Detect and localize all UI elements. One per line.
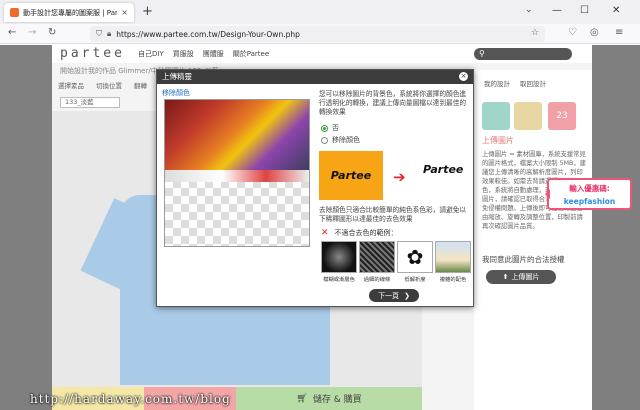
browser-tab[interactable]: 動手設計您專屬的圖案服 | Partee × [4,3,134,22]
remove-color-tips: 去除顏色只適合比較簡單的純色系色彩，請避免以下稀釋圖形以達最佳的去色效果 [319,206,467,223]
option-remove-color[interactable]: 移除顏色 [321,135,360,145]
option-remove-color-label: 移除顏色 [332,136,360,144]
image-preview[interactable] [164,99,310,247]
maximize-button[interactable]: ☐ [580,5,589,16]
next-page-button[interactable]: 下一頁 ❯ [369,289,419,302]
toolbar-switch-position[interactable]: 切換位置 [96,80,122,90]
next-page-label: 下一頁 [378,291,400,300]
design-filename-select[interactable]: 133_淡藍 [60,97,120,108]
example-gradient-image [321,241,357,273]
tab-close-icon[interactable]: × [121,8,128,17]
option-no-label: 否 [332,124,339,132]
bookmark-star-icon[interactable]: ☆ [531,28,539,38]
menu-item-about[interactable]: 關於Partee [233,49,269,59]
license-agreement-link[interactable]: 我同意此圖片的合法授權 [482,254,565,265]
promo-line-1: 輸入優惠碼: [569,184,610,193]
dialog-close-icon[interactable]: × [459,72,468,81]
remove-color-description: 您可以移除圖片的背景色，系統將你選擇的顏色進行透明化的轉換，建議上傳向量圖檔以達… [319,90,467,116]
radio-selected-icon[interactable] [321,124,328,132]
site-logo[interactable]: partee [60,46,125,61]
search-icon: ⚲ [479,49,485,58]
account-icon[interactable]: ◎ [590,27,599,38]
bad-examples-row: ✕ 不適合去色的範例： [321,228,398,238]
cart-icon: 🛒︎ [296,393,308,404]
right-panel-tabs: 我的設計 取回設計 [474,70,592,88]
demo-after-image: Partee [423,163,464,176]
shield-icon[interactable]: ⛉ [96,29,102,39]
promo-line-2: keepfashion [563,197,616,206]
promo-code-badge[interactable]: 輸入優惠碼: keepfashion [545,178,632,210]
example-caption: 模糊或漸層色 [323,277,355,283]
browser-nav-bar: ← → ↻ ⛉ 🔒︎ https://www.partee.com.tw/Des… [0,24,640,44]
upload-image-button-label: 上傳圖片 [511,273,540,281]
pocket-icon[interactable]: ♡ [568,27,577,38]
example-caption: 過細的線條 [363,277,391,283]
site-favicon-icon [10,8,19,17]
menu-icon[interactable]: ≡ [615,27,623,38]
blog-watermark: http://hardaway.com.tw/blog [30,392,231,406]
bad-examples-label: 不適合去色的範例： [334,229,398,237]
example-complex-colors-image [435,241,471,273]
menu-item-group[interactable]: 團體服 [203,49,224,59]
example-caption: 複雜的配色 [439,277,467,283]
site-header: partee 自己DIY 買服設 團體服 關於Partee ⚲ [52,45,592,63]
save-and-buy-button[interactable]: 🛒︎ 儲存 & 購買 [236,387,422,410]
example-low-res-image: ✿ [397,241,433,273]
chevron-right-icon: ❯ [404,291,410,300]
radio-unselected-icon[interactable] [321,136,328,144]
site-search-box[interactable]: ⚲ [474,48,572,60]
example-caption: 低解析度 [404,277,426,283]
option-no[interactable]: 否 [321,123,339,133]
clipart-thumbnail[interactable] [482,102,510,130]
clipart-thumbnail[interactable] [514,102,542,130]
menu-item-buy[interactable]: 買服設 [173,49,194,59]
back-icon[interactable]: ← [8,27,16,38]
dialog-title: 上傳精靈 [162,72,192,81]
arrow-right-icon: ➔ [393,168,406,186]
save-and-buy-label: 儲存 & 購買 [312,395,362,405]
lock-icon[interactable]: 🔒︎ [107,29,111,39]
url-text[interactable]: https://www.partee.com.tw/Design-Your-Ow… [116,30,300,39]
window-close-button[interactable]: ✕ [612,5,620,16]
toolbar-select-product[interactable]: 選擇素品 [58,80,84,90]
address-bar[interactable]: ⛉ 🔒︎ https://www.partee.com.tw/Design-Yo… [90,26,545,42]
upload-image-button[interactable]: ⬆ 上傳圖片 [486,270,556,284]
menu-item-diy[interactable]: 自己DIY [138,49,164,59]
jersey-thumbnail[interactable]: 23 [548,102,576,130]
tab-title: 動手設計您專屬的圖案服 | Partee [23,8,118,17]
reload-icon[interactable]: ↻ [48,27,56,38]
tab-my-designs[interactable]: 我的設計 [484,78,510,88]
new-tab-button[interactable]: + [142,4,153,19]
tab-list-icon[interactable]: ⌄ [525,5,533,15]
upload-icon: ⬆ [502,273,509,281]
forward-icon[interactable]: → [28,27,36,38]
tab-retrieve-design[interactable]: 取回設計 [520,78,546,88]
toolbar-flip[interactable]: 翻轉 [134,80,147,90]
upload-image-heading: 上傳圖片 [482,136,514,145]
uploaded-photo-bottom [165,170,309,182]
remove-color-label: 移除顏色 [162,89,190,97]
upload-wizard-dialog: 上傳精靈 × 移除顏色 您可以移除圖片的背景色，系統將你選擇的顏色進行透明化的轉… [156,69,474,307]
site-menu: 自己DIY 買服設 團體服 關於Partee [138,49,269,59]
example-thin-lines-image [359,241,395,273]
minimize-button[interactable]: — [552,5,562,16]
browser-tab-bar: 動手設計您專屬的圖案服 | Partee × + ⌄ — ☐ ✕ [0,0,640,24]
right-panel: 我的設計 取回設計 23 上傳圖片 上傳圖片 = 素材圖庫，系統支援常見的圖片格… [474,70,592,410]
dialog-header: 上傳精靈 × [157,70,473,84]
cross-icon: ✕ [321,228,329,238]
demo-before-image: Partee [319,151,383,200]
